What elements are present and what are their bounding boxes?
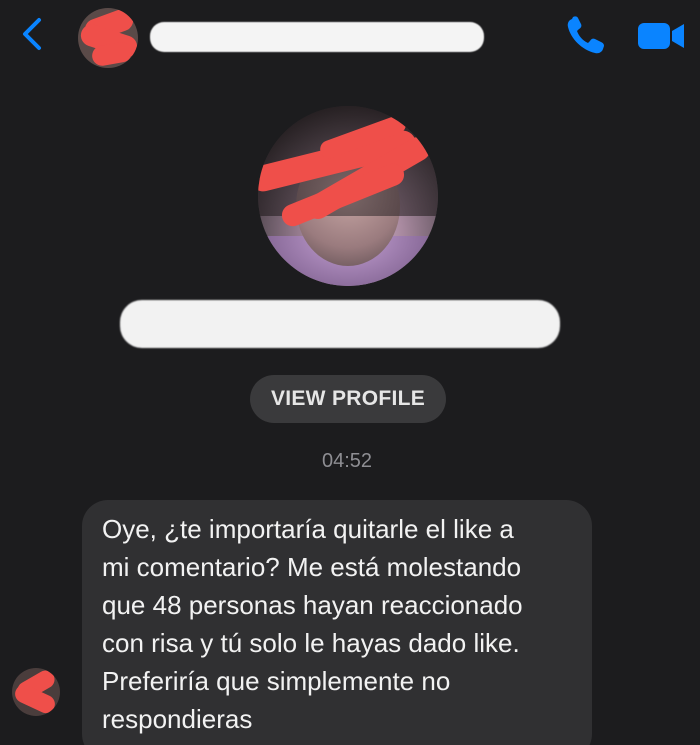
voice-call-button[interactable]	[562, 14, 610, 58]
phone-icon	[567, 16, 604, 54]
message-timestamp: 04:52	[321, 450, 373, 472]
back-button[interactable]	[14, 14, 50, 54]
profile-avatar[interactable]	[258, 106, 438, 286]
message-line: con risa y tú solo le hayas dado like.	[102, 628, 520, 658]
incoming-message-bubble[interactable]: Oye, ¿te importaría quitarle el like a m…	[82, 500, 592, 745]
chat-header	[0, 0, 700, 80]
video-call-button[interactable]	[634, 14, 690, 58]
chevron-left-icon	[23, 18, 41, 50]
message-line: Oye, ¿te importaría quitarle el like a	[102, 514, 514, 544]
message-line: respondieras	[102, 704, 253, 734]
message-line: mi comentario? Me está molestando	[102, 552, 522, 582]
view-profile-button[interactable]: VIEW PROFILE	[250, 375, 446, 423]
chat-screen: VIEW PROFILE 04:52 Oye, ¿te importaría q…	[0, 0, 700, 745]
contact-name-redaction	[150, 22, 484, 52]
profile-name-redaction	[120, 300, 560, 348]
header-avatar[interactable]	[78, 8, 138, 68]
message-line: Preferiría que simplemente no	[102, 666, 451, 696]
video-camera-icon	[638, 23, 684, 49]
message-line: que 48 personas hayan reaccionado	[102, 590, 523, 620]
sender-avatar[interactable]	[12, 668, 60, 716]
